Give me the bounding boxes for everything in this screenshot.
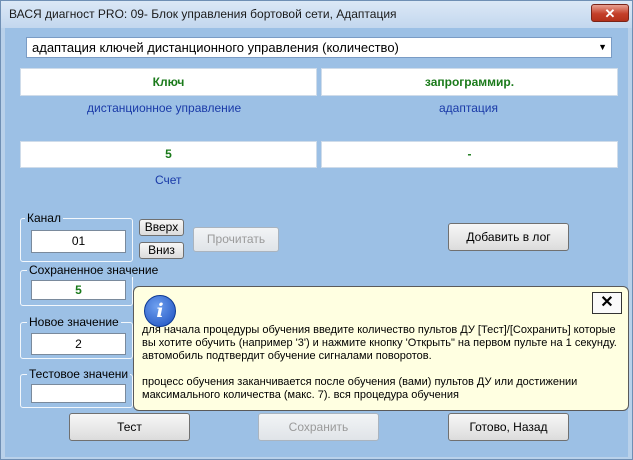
measure-label-3: Счет bbox=[155, 173, 182, 187]
done-back-button[interactable]: Готово, Назад bbox=[448, 413, 569, 441]
save-button[interactable]: Сохранить bbox=[258, 413, 379, 441]
channel-up-button[interactable]: Вверх bbox=[139, 219, 184, 236]
tooltip-paragraph-2: процесс обучения заканчивается после обу… bbox=[142, 376, 578, 401]
adaptation-channel-select[interactable]: адаптация ключей дистанционного управлен… bbox=[26, 37, 612, 58]
tooltip-text: для начала процедуры обучения введите ко… bbox=[142, 324, 624, 415]
select-value: адаптация ключей дистанционного управлен… bbox=[32, 40, 399, 55]
window-close-button[interactable]: ✕ bbox=[591, 4, 629, 22]
measure-field-4: - bbox=[321, 141, 618, 168]
new-value-input[interactable]: 2 bbox=[31, 333, 126, 355]
saved-value-title: Сохраненное значение bbox=[27, 263, 161, 277]
close-icon: ✕ bbox=[604, 6, 616, 21]
measure-field-1: Ключ bbox=[20, 68, 317, 96]
channel-down-button[interactable]: Вниз bbox=[139, 242, 184, 259]
new-value-title: Новое значение bbox=[27, 315, 121, 329]
add-to-log-button[interactable]: Добавить в лог bbox=[448, 223, 569, 251]
read-button[interactable]: Прочитать bbox=[193, 227, 279, 252]
test-button[interactable]: Тест bbox=[69, 413, 190, 441]
saved-value-field: 5 bbox=[31, 280, 126, 300]
test-value-field bbox=[31, 384, 126, 403]
tooltip-close-button[interactable]: ✕ bbox=[592, 292, 622, 314]
measure-field-2: запрограммир. bbox=[321, 68, 618, 96]
title-bar[interactable]: ВАСЯ диагност PRO: 09- Блок управления б… bbox=[1, 1, 632, 28]
tooltip-paragraph-1: для начала процедуры обучения введите ко… bbox=[142, 324, 617, 362]
measure-field-3: 5 bbox=[20, 141, 317, 168]
window-title: ВАСЯ диагност PRO: 09- Блок управления б… bbox=[9, 7, 397, 21]
chevron-down-icon[interactable]: ▼ bbox=[598, 38, 607, 57]
info-icon: i bbox=[144, 295, 176, 327]
measure-label-2: адаптация bbox=[439, 101, 498, 115]
close-icon: ✕ bbox=[600, 294, 614, 311]
channel-group-title: Канал bbox=[25, 211, 63, 225]
help-tooltip: i ✕ для начала процедуры обучения введит… bbox=[133, 286, 629, 411]
channel-input[interactable]: 01 bbox=[31, 230, 126, 253]
adaptation-window: ВАСЯ диагност PRO: 09- Блок управления б… bbox=[0, 0, 633, 460]
measure-label-1: дистанционное управление bbox=[87, 101, 242, 115]
test-value-title: Тестовое значени bbox=[27, 367, 131, 381]
